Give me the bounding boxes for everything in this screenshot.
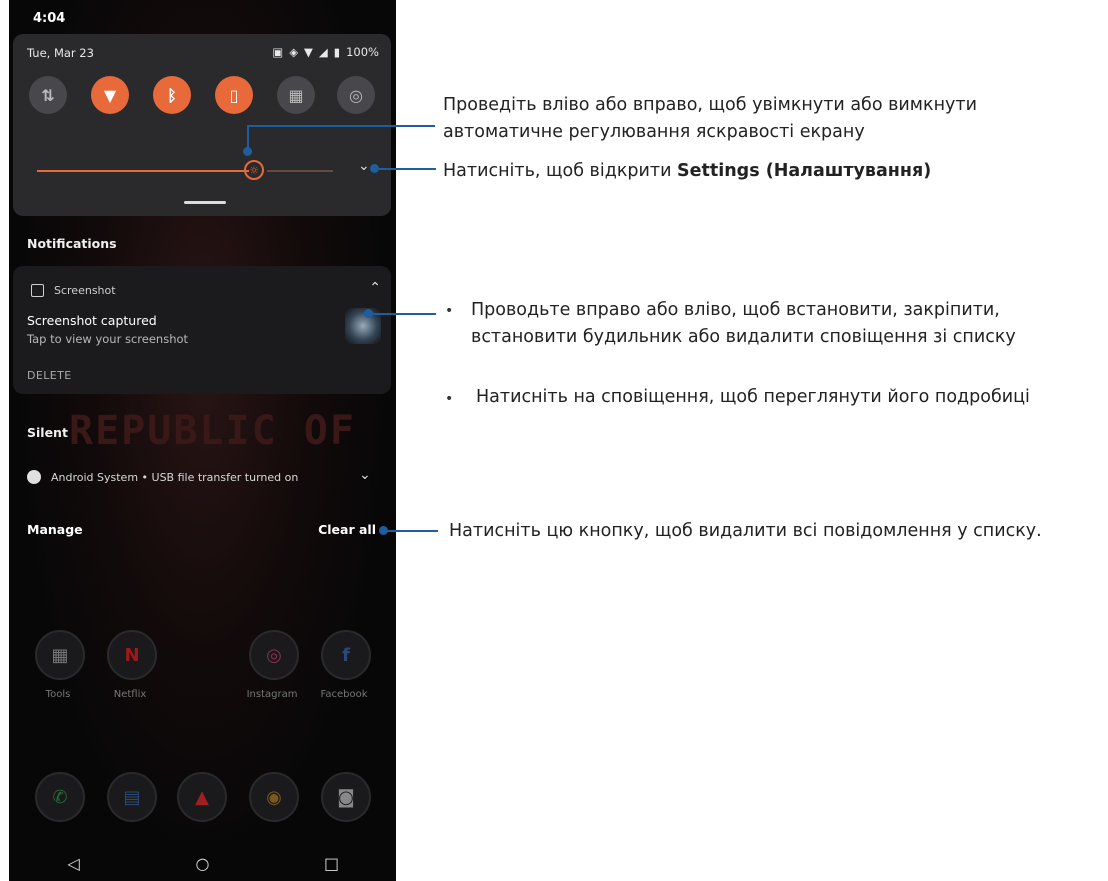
battery-percent: 100% [346,45,379,59]
notification-app-name: Screenshot [54,284,116,297]
chrome-icon: ◉ [266,786,282,808]
qr-code-icon: ▦ [288,85,304,105]
brightness-callout-line1: Проведіть вліво або вправо, щоб увімкнут… [443,95,977,115]
notification-title: Screenshot captured [27,313,157,328]
signal-icon: ◢ [318,45,328,59]
notifications-header: Notifications [27,236,117,251]
folder-grid-icon: ▦ [51,644,69,666]
chrome-app-icon[interactable]: ◉ [249,772,299,822]
image-icon [31,284,44,297]
app-label-netflix: Netflix [113,689,147,700]
messages-app-icon[interactable]: ▤ [107,772,157,822]
tap-details-callout: Натисніть на сповіщення, щоб переглянути… [476,387,1030,407]
app-label-tools: Tools [45,689,71,700]
bluetooth-icon: ᛒ [167,85,177,105]
brightness-slider-track[interactable] [267,170,333,172]
android-system-icon [27,470,41,484]
netflix-app-icon[interactable]: N [107,630,157,680]
settings-callout-prefix: Натисніть, щоб відкрити [443,161,678,181]
data-toggle-tile[interactable]: ⇅ [29,76,67,114]
armoury-app-icon[interactable]: ▲ [177,772,227,822]
notification-text: Tap to view your screenshot [27,332,189,346]
silent-notification[interactable]: Android System • USB file transfer turne… [27,470,298,484]
swipe-callout: Проводьте вправо або вліво, щоб встанови… [471,297,1016,351]
wifi-status-icon: ▼ [304,45,313,59]
hotspot-tile[interactable]: ◎ [337,76,375,114]
bullet-1: • [445,303,454,319]
brightness-callout-line-h [247,125,435,127]
brightness-slider-thumb[interactable]: ☼ [244,160,264,180]
vibrate-icon: ▯ [229,85,239,105]
tools-folder-icon[interactable]: ▦ [35,630,85,680]
swipe-callout-line2: встановити будильник або видалити сповіщ… [471,327,1016,347]
silent-notification-text: Android System • USB file transfer turne… [51,470,299,484]
instagram-app-icon[interactable]: ◎ [249,630,299,680]
wifi-icon: ▼ [103,85,117,105]
netflix-icon: N [124,644,140,666]
brightness-callout-line-v [247,126,249,150]
bluetooth-toggle-tile[interactable]: ᛒ [153,76,191,114]
brightness-callout-line2: автоматичне регулювання яскравості екран… [443,122,865,142]
settings-callout-line [376,168,436,170]
settings-callout: Натисніть, щоб відкрити Settings (Налашт… [443,158,931,185]
facebook-icon: f [342,644,350,666]
facebook-app-icon[interactable]: f [321,630,371,680]
silent-header: Silent [27,425,68,440]
brightness-icon: ☼ [249,163,259,177]
app-label-instagram: Instagram [246,689,298,700]
instagram-icon: ◎ [266,644,282,666]
manage-button[interactable]: Manage [27,522,83,537]
notification-app-row: Screenshot [31,284,116,297]
delete-button[interactable]: DELETE [27,369,72,382]
qs-date: Tue, Mar 23 [27,46,94,60]
screenshot-notification[interactable]: Screenshot ⌃ Screenshot captured Tap to … [13,266,391,394]
clear-all-callout-line [386,530,438,532]
recents-icon[interactable]: □ [302,854,362,873]
drag-handle[interactable] [184,201,226,204]
brightness-callout: Проведіть вліво або вправо, щоб увімкнут… [443,92,977,146]
wallpaper-logo-text: REPUBLIC OF [69,408,356,454]
qr-scan-tile[interactable]: ▦ [277,76,315,114]
swipe-callout-line [370,313,436,315]
camera-icon: ◙ [337,786,355,808]
chevron-down-icon[interactable]: ⌄ [359,467,371,483]
settings-chevron-down-icon[interactable]: ⌄ [358,158,370,174]
armoury-icon: ▲ [195,786,209,808]
wifi-toggle-tile[interactable]: ▼ [91,76,129,114]
data-transfer-icon: ⇅ [41,85,55,105]
swipe-callout-line1: Проводьте вправо або вліво, щоб встанови… [471,300,1000,320]
phone-screen: REPUBLIC OF 4:04 Tue, Mar 23 ▣ ◈ ▼ ◢ ▮ 1… [9,0,396,881]
back-icon[interactable]: ◁ [44,854,104,873]
app-label-facebook: Facebook [320,689,368,700]
bullet-2: • [445,391,454,407]
settings-callout-bold: Settings (Налаштування) [677,161,932,181]
status-time: 4:04 [33,11,66,26]
hotspot-icon: ◎ [349,85,363,105]
clear-all-callout: Натисніть цю кнопку, щоб видалити всі по… [449,521,1042,541]
chevron-up-icon[interactable]: ⌃ [369,280,381,296]
home-icon[interactable]: ○ [173,854,233,873]
brightness-slider-fill[interactable] [37,170,249,172]
phone-app-icon[interactable]: ✆ [35,772,85,822]
camera-app-icon[interactable]: ◙ [321,772,371,822]
clear-all-button[interactable]: Clear all [318,522,376,537]
phone-icon: ✆ [52,786,68,808]
messages-icon: ▤ [123,786,141,808]
vibrate-toggle-tile[interactable]: ▯ [215,76,253,114]
vibrate-status-icon: ◈ [289,45,299,59]
battery-icon: ▮ [333,45,341,59]
nfc-icon: ▣ [272,45,284,59]
qs-status-icons: ▣ ◈ ▼ ◢ ▮ 100% [272,45,379,59]
navigation-bar: ◁ ○ □ [9,846,396,881]
